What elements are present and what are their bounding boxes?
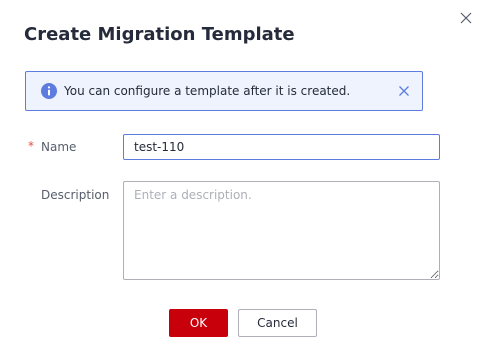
name-input[interactable] xyxy=(123,134,440,160)
create-migration-template-dialog: Create Migration Template You can config… xyxy=(0,0,486,363)
info-icon xyxy=(41,83,57,99)
description-textarea[interactable] xyxy=(123,181,440,280)
cancel-button[interactable]: Cancel xyxy=(238,309,317,337)
name-label: Name xyxy=(41,140,77,154)
alert-message: You can configure a template after it is… xyxy=(64,84,351,98)
alert-close-icon[interactable] xyxy=(398,85,410,97)
close-icon[interactable] xyxy=(458,10,474,26)
required-mark: * xyxy=(28,139,34,153)
description-label: Description xyxy=(41,188,110,202)
info-alert: You can configure a template after it is… xyxy=(25,71,423,111)
ok-button[interactable]: OK xyxy=(169,309,228,337)
dialog-title: Create Migration Template xyxy=(24,24,295,45)
